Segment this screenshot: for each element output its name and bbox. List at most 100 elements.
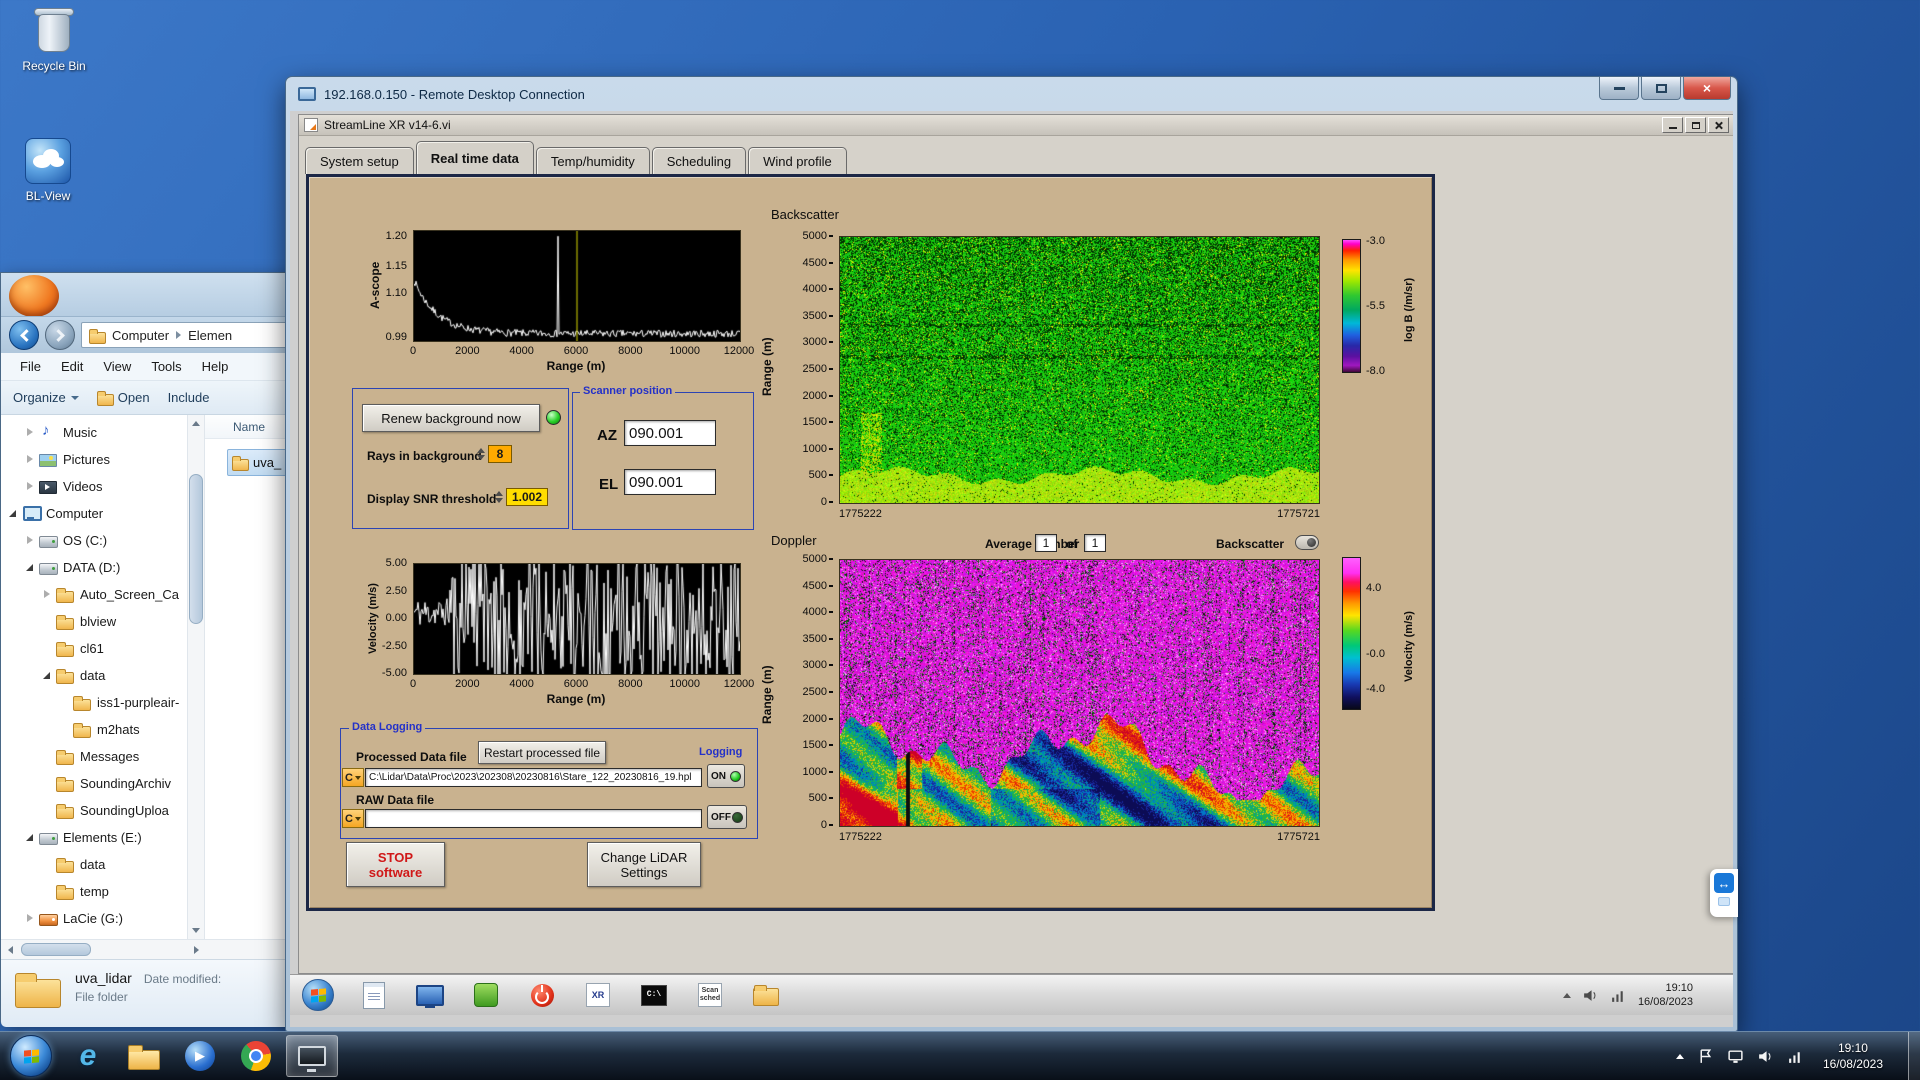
el-value-field[interactable]: 090.001 [624,469,716,495]
start-button[interactable] [10,1035,52,1077]
tree-item-lacie-g[interactable]: LaCie (G:) [1,905,187,932]
open-button[interactable]: Open [97,390,150,405]
breadcrumb-computer[interactable]: Computer [112,328,169,343]
remote-desktop-taskbar-button[interactable] [286,1035,338,1077]
remote-clock[interactable]: 19:10 16/08/2023 [1638,981,1693,1009]
tab-real-time-data[interactable]: Real time data [416,141,534,174]
scroll-right-icon[interactable] [188,941,205,958]
rays-spinner[interactable] [475,445,486,463]
vertical-scrollbar[interactable] [187,415,205,939]
minimize-button[interactable] [1662,117,1683,133]
expand-icon[interactable] [24,453,37,466]
expand-icon[interactable] [41,588,54,601]
close-button[interactable]: × [1683,77,1731,100]
expand-icon[interactable] [24,426,37,439]
file-item-uva-lidar[interactable]: uva_ [227,449,291,476]
labview-titlebar[interactable]: StreamLine XR v14-6.vi [299,115,1733,136]
processed-path-field[interactable]: C:\Lidar\Data\Proc\2023\202308\20230816\… [365,768,702,787]
collapse-icon[interactable] [24,831,37,844]
display-icon[interactable] [1727,1048,1744,1065]
tree-item-data[interactable]: data [1,851,187,878]
remote-start-button[interactable] [302,979,334,1011]
scrollbar-thumb[interactable] [21,943,91,956]
tree-item-data[interactable]: data [1,662,187,689]
tree-item-iss1-purpleair[interactable]: iss1-purpleair- [1,689,187,716]
raw-logging-toggle[interactable]: OFF [707,805,747,829]
restart-processed-file-button[interactable]: Restart processed file [478,741,606,764]
breadcrumb-elements[interactable]: Elemen [188,328,232,343]
tab-wind-profile[interactable]: Wind profile [748,147,847,174]
expand-icon[interactable] [24,912,37,925]
organize-button[interactable]: Organize [13,390,79,405]
chrome-taskbar-button[interactable] [230,1035,282,1077]
forward-button[interactable] [45,320,75,350]
menu-tools[interactable]: Tools [142,356,190,377]
scrollbar-thumb[interactable] [189,474,203,624]
expand-icon[interactable] [24,480,37,493]
maximize-button[interactable] [1641,77,1681,100]
backscatter-display-toggle[interactable] [1295,535,1319,550]
tab-temp-humidity[interactable]: Temp/humidity [536,147,650,174]
tree-item-soundinguploa[interactable]: SoundingUploa [1,797,187,824]
desktop-icon-recycle-bin[interactable]: Recycle Bin [6,8,102,73]
taskbar-clock[interactable]: 19:10 16/08/2023 [1823,1040,1883,1072]
az-value-field[interactable]: 090.001 [624,420,716,446]
green-app-icon[interactable] [470,979,502,1011]
teamviewer-panel-tab[interactable]: ↔ [1710,869,1738,917]
scroll-left-icon[interactable] [2,941,19,958]
expand-icon[interactable] [24,534,37,547]
tree-item-data-d[interactable]: DATA (D:) [1,554,187,581]
tree-item-auto-screen-ca[interactable]: Auto_Screen_Ca [1,581,187,608]
display-settings-icon[interactable] [414,979,446,1011]
notepad-icon[interactable] [358,979,390,1011]
back-button[interactable] [9,320,39,350]
scroll-down-icon[interactable] [188,922,204,939]
volume-icon[interactable] [1757,1048,1774,1065]
menu-help[interactable]: Help [193,356,238,377]
tree-item-blview[interactable]: blview [1,608,187,635]
volume-icon[interactable] [1582,987,1599,1004]
menu-view[interactable]: View [94,356,140,377]
snr-value-field[interactable]: 1.002 [506,488,548,506]
tree-item-messages[interactable]: Messages [1,743,187,770]
collapse-icon[interactable] [7,507,20,520]
rays-value-field[interactable]: 8 [488,445,512,463]
desktop-icon-bl-view[interactable]: BL-View [0,138,96,203]
terminal-icon[interactable]: C:\ [638,979,670,1011]
close-button[interactable] [1708,117,1729,133]
menu-edit[interactable]: Edit [52,356,92,377]
average-count-field[interactable]: 1 [1084,534,1106,552]
rdp-titlebar[interactable]: 192.168.0.150 - Remote Desktop Connectio… [286,77,1737,111]
tree-item-elements-e[interactable]: Elements (E:) [1,824,187,851]
menu-file[interactable]: File [11,356,50,377]
processed-logging-toggle[interactable]: ON [707,764,745,788]
raw-path-field[interactable] [365,809,702,828]
tree-item-os-c[interactable]: OS (C:) [1,527,187,554]
folder-ic-icon[interactable] [750,979,782,1011]
collapse-icon[interactable] [24,561,37,574]
minimize-button[interactable] [1599,77,1639,100]
tree-item-soundingarchiv[interactable]: SoundingArchiv [1,770,187,797]
tree-item-m2hats[interactable]: m2hats [1,716,187,743]
scan-scheduler-icon[interactable]: Scan sched [694,979,726,1011]
xr-app-icon[interactable]: XR [582,979,614,1011]
restore-button[interactable] [1685,117,1706,133]
tree-item-music[interactable]: Music [1,419,187,446]
tree-item-videos[interactable]: Videos [1,473,187,500]
network-icon[interactable] [1787,1048,1804,1065]
network-icon[interactable] [1610,987,1627,1004]
collapse-icon[interactable] [41,669,54,682]
stop-software-button[interactable]: STOP software [346,842,445,887]
average-number-field[interactable]: 1 [1035,534,1057,552]
raw-drive-selector[interactable]: C [342,809,364,828]
tree-item-pictures[interactable]: Pictures [1,446,187,473]
tab-scheduling[interactable]: Scheduling [652,147,746,174]
show-hidden-icons-icon[interactable] [1563,993,1571,998]
show-hidden-icons-icon[interactable] [1676,1054,1684,1059]
media-player-taskbar-button[interactable]: ▶ [174,1035,226,1077]
scroll-up-icon[interactable] [188,415,204,432]
windows-explorer-taskbar-button[interactable] [118,1035,170,1077]
power-icon[interactable] [526,979,558,1011]
tab-system-setup[interactable]: System setup [305,147,414,174]
tree-item-cl61[interactable]: cl61 [1,635,187,662]
